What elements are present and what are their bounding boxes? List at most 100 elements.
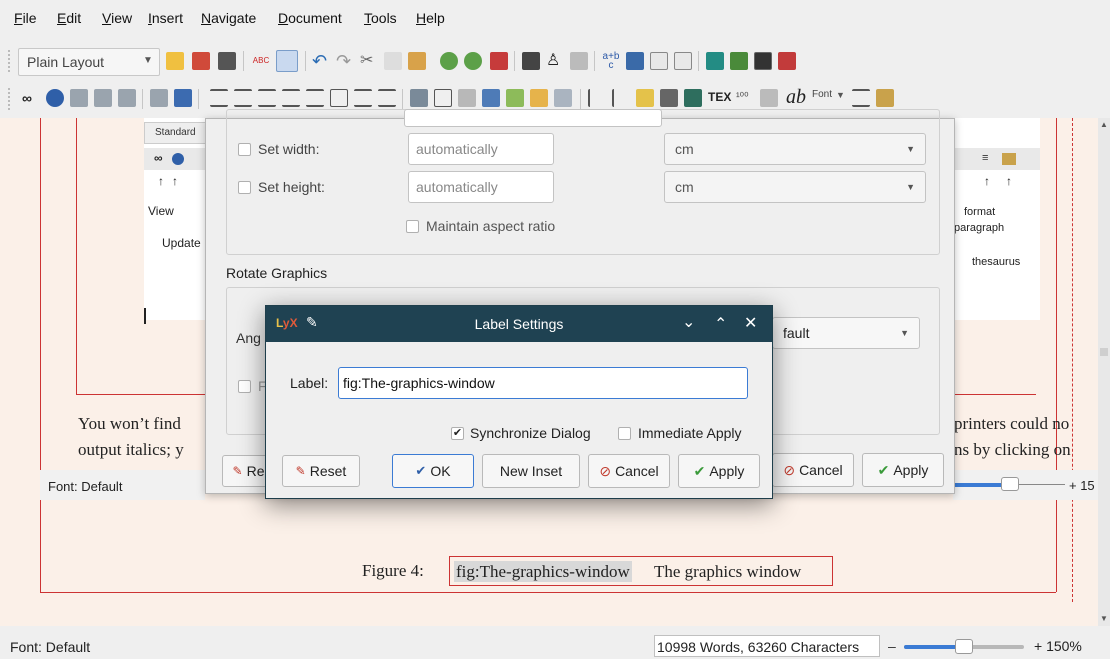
insert-figure-icon[interactable] (482, 89, 500, 107)
reset-button[interactable]: ✎ Reset (282, 455, 360, 487)
dialog-titlebar[interactable]: LyX ✎ Label Settings ⌄ ⌃ ✕ (266, 306, 772, 342)
new-document-icon[interactable] (166, 52, 184, 70)
scrollbar-thumb[interactable] (1100, 348, 1108, 356)
insert-note2-icon[interactable] (636, 89, 654, 107)
insert-table-icon[interactable] (650, 52, 668, 70)
insert-ert-icon[interactable] (530, 89, 548, 107)
font-menu-icon[interactable]: Font (812, 89, 832, 100)
copy-icon[interactable] (384, 52, 402, 70)
update-icon[interactable] (46, 89, 64, 107)
scale-input-partial[interactable] (404, 109, 662, 127)
insert-sketch-icon[interactable] (458, 89, 476, 107)
pencil-icon[interactable] (760, 89, 778, 107)
insert-margin-icon[interactable] (612, 89, 630, 107)
numbered-icon[interactable] (330, 89, 348, 107)
menu-document[interactable]: Document (278, 10, 342, 26)
menu-insert[interactable]: Insert (148, 10, 183, 26)
scroll-up-icon[interactable]: ▲ (1100, 120, 1108, 129)
insert-graphics-icon[interactable] (626, 52, 644, 70)
redo-icon[interactable]: ↷ (336, 52, 354, 70)
maximize-icon[interactable]: ⌃ (714, 314, 727, 334)
view-infinity-icon[interactable]: ∞ (22, 89, 40, 107)
person-icon[interactable]: ♙ (546, 52, 564, 70)
menu-navigate[interactable]: Navigate (201, 10, 256, 26)
menu-view[interactable]: View (102, 10, 132, 26)
changes-icon[interactable] (522, 52, 540, 70)
layout-combo[interactable]: Plain Layout ▼ (18, 48, 160, 76)
close-icon[interactable]: ✕ (744, 313, 757, 333)
find-replace-icon[interactable] (464, 52, 482, 70)
description-icon[interactable] (282, 89, 300, 107)
synchronize-checkbox[interactable]: ✔ (451, 427, 464, 440)
apply-button[interactable]: ✔ Apply (678, 454, 760, 488)
text-style-icon[interactable] (570, 52, 588, 70)
rotate-checkbox[interactable] (238, 380, 251, 393)
undo-icon[interactable]: ↶ (312, 52, 330, 70)
menu-file[interactable]: File (14, 10, 37, 26)
menu-tools[interactable]: Tools (364, 10, 397, 26)
set-width-input[interactable]: automatically (408, 133, 554, 165)
citation-icon[interactable]: ¹⁰⁰ (736, 90, 748, 103)
insert-box-icon[interactable] (554, 89, 572, 107)
set-height-input[interactable]: automatically (408, 171, 554, 203)
zoom-out-button[interactable]: – (888, 638, 896, 654)
list-item-icon[interactable] (306, 89, 324, 107)
thesaurus-icon[interactable] (876, 89, 894, 107)
cut-icon[interactable]: ✂ (360, 52, 378, 70)
insert-table2-icon[interactable] (434, 89, 452, 107)
graphics-cancel-button[interactable]: ⊘ Cancel (772, 453, 854, 487)
open-document-icon[interactable] (192, 52, 210, 70)
master-view-icon[interactable] (118, 89, 136, 107)
figure-caption-box[interactable]: fig:The-graphics-window The graphics win… (449, 556, 833, 586)
text-style-ab-icon[interactable]: ab (786, 86, 806, 109)
zoom-level[interactable]: + 150% (1034, 638, 1082, 654)
zoom-slider-track[interactable] (904, 639, 1024, 654)
set-width-checkbox[interactable] (238, 143, 251, 156)
insert-ref-icon[interactable] (684, 89, 702, 107)
bullet-list-icon[interactable] (258, 89, 276, 107)
math-fraction-icon[interactable]: a+b c (602, 52, 620, 71)
new-inset-button[interactable]: New Inset (482, 454, 580, 488)
update-other-icon[interactable] (94, 89, 112, 107)
toolbar-grip[interactable] (8, 88, 12, 110)
insert-url-icon[interactable] (506, 89, 524, 107)
update-source-icon[interactable] (174, 89, 192, 107)
set-height-checkbox[interactable] (238, 181, 251, 194)
indent-icon[interactable] (354, 89, 372, 107)
set-height-unit-select[interactable]: cm ▼ (664, 171, 926, 203)
immediate-apply-checkbox[interactable] (618, 427, 631, 440)
align-left-icon[interactable] (210, 89, 228, 107)
label-input[interactable]: fig:The-graphics-window (338, 367, 748, 399)
numbered-list-icon[interactable] (234, 89, 252, 107)
toolbar-grip[interactable] (8, 50, 12, 72)
word-count-box[interactable]: 10998 Words, 63260 Characters (654, 635, 880, 657)
spellcheck-icon[interactable]: ABC (252, 52, 270, 70)
tex-icon[interactable]: TEX (708, 90, 731, 104)
origin-select[interactable]: fault ▼ (772, 317, 920, 349)
scroll-down-icon[interactable]: ▼ (1100, 614, 1108, 623)
insert-image-icon[interactable] (410, 89, 428, 107)
paragraph-settings-icon[interactable] (852, 89, 870, 107)
minimize-icon[interactable]: ⌄ (682, 312, 695, 332)
menu-edit[interactable]: Edit (57, 10, 81, 26)
ok-button[interactable]: ✔ OK (392, 454, 474, 488)
graphics-apply-button[interactable]: ✔ Apply (862, 453, 944, 487)
math-panel-icon[interactable] (730, 52, 748, 70)
back-icon[interactable] (490, 52, 508, 70)
maintain-aspect-checkbox[interactable] (406, 220, 419, 233)
insert-footnote-icon[interactable] (588, 89, 606, 107)
zoom-slider-handle[interactable] (955, 639, 973, 654)
view-icon[interactable] (706, 52, 724, 70)
set-width-unit-select[interactable]: cm ▼ (664, 133, 926, 165)
menu-help[interactable]: Help (416, 10, 445, 26)
continuous-spellcheck-icon[interactable] (276, 50, 298, 72)
find-icon[interactable] (440, 52, 458, 70)
outdent-icon[interactable] (378, 89, 396, 107)
label-inset[interactable]: fig:The-graphics-window (454, 561, 632, 582)
insert-label-icon[interactable] (660, 89, 678, 107)
insert-note-icon[interactable] (674, 52, 692, 70)
vertical-scrollbar[interactable]: ▲ ▼ (1098, 118, 1110, 626)
paste-icon[interactable] (408, 52, 426, 70)
cancel-button[interactable]: ⊘ Cancel (588, 454, 670, 488)
view-source-icon[interactable] (150, 89, 168, 107)
